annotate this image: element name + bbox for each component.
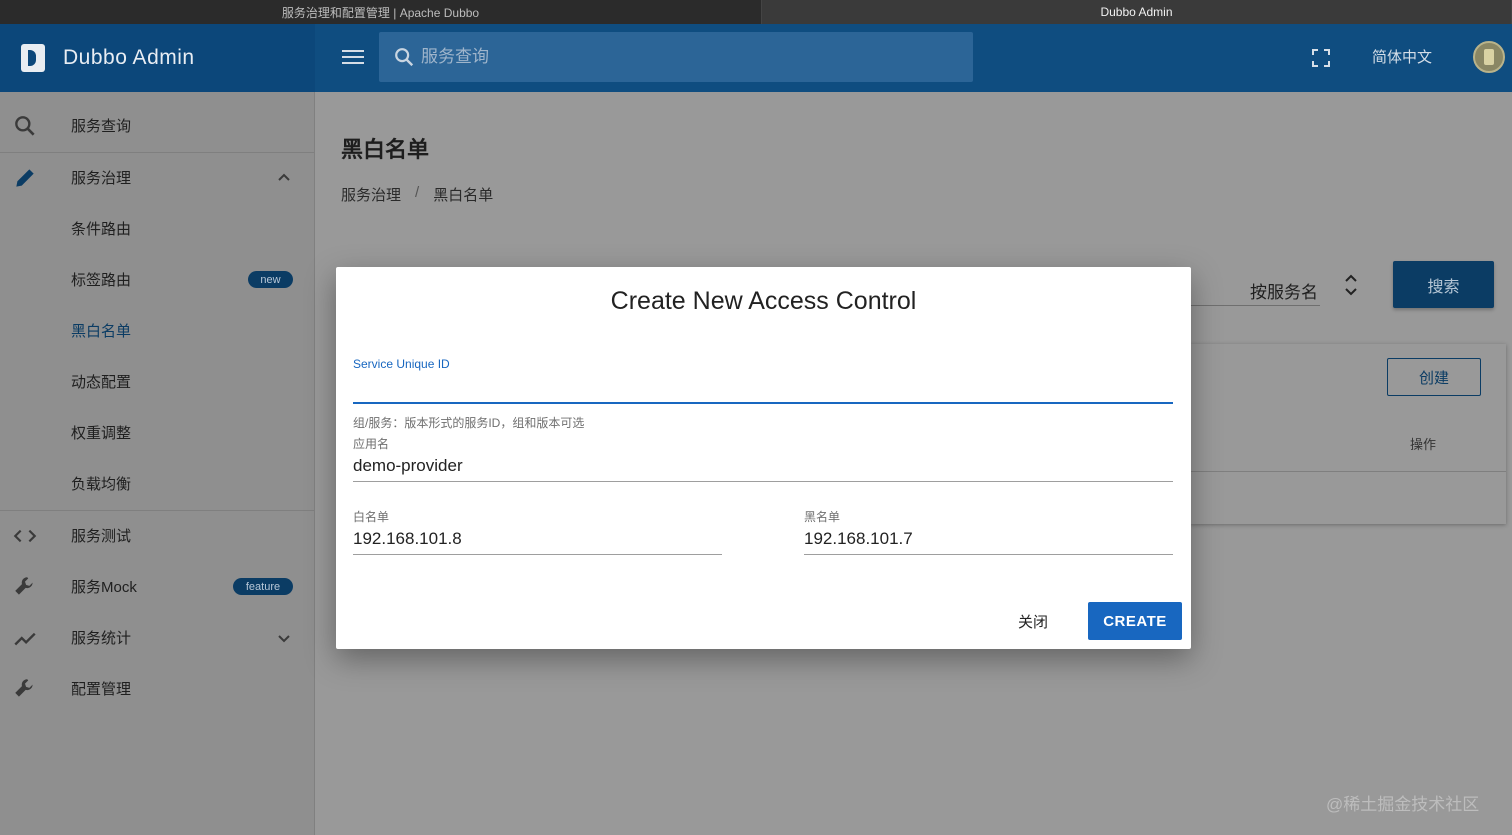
- sidebar-item-label: 配置管理: [71, 681, 132, 698]
- chevron-down-icon: [278, 634, 290, 642]
- whitelist-label: 白名单: [353, 510, 390, 524]
- dubbo-logo-icon: [21, 44, 45, 72]
- browser-tab-2[interactable]: Dubbo Admin: [762, 0, 1512, 24]
- sidebar-item-condition-route[interactable]: 条件路由: [0, 203, 314, 254]
- sidebar-item-service-test[interactable]: 服务测试: [0, 510, 314, 561]
- blacklist-label: 黑名单: [804, 510, 841, 524]
- chevron-up-icon: [278, 173, 290, 181]
- search-icon: [15, 115, 35, 136]
- browser-tab-strip: 服务治理和配置管理 | Apache Dubbo Dubbo Admin: [0, 0, 1512, 24]
- sort-arrows-icon[interactable]: [1342, 272, 1360, 298]
- global-search: [379, 32, 973, 82]
- whitelist-input[interactable]: [353, 526, 722, 552]
- create-button[interactable]: 创建: [1387, 358, 1481, 396]
- app-name-label: 应用名: [353, 437, 390, 451]
- sidebar-item-access-control[interactable]: 黑白名单: [0, 305, 314, 356]
- blacklist-input[interactable]: [804, 526, 1173, 552]
- brand: Dubbo Admin: [0, 24, 315, 92]
- wrench-icon: [15, 576, 33, 595]
- sidebar-item-dynamic-config[interactable]: 动态配置: [0, 356, 314, 407]
- sidebar-item-label: 动态配置: [71, 374, 132, 391]
- sidebar-item-label: 负载均衡: [71, 476, 132, 493]
- breadcrumb-item-current: 黑白名单: [433, 187, 494, 204]
- search-button[interactable]: 搜索: [1393, 261, 1494, 308]
- breadcrumb-item-governance[interactable]: 服务治理: [341, 184, 401, 205]
- dialog-title: Create New Access Control: [610, 287, 917, 315]
- pencil-icon: [16, 168, 34, 187]
- sidebar-item-statistics[interactable]: 服务统计: [0, 612, 314, 663]
- sidebar-item-label: 黑白名单: [71, 323, 132, 340]
- avatar[interactable]: [1473, 41, 1505, 73]
- sidebar-item-governance[interactable]: 服务治理: [0, 152, 314, 203]
- filter-type-select[interactable]: 按服务名: [1190, 270, 1320, 306]
- language-switcher[interactable]: 简体中文: [1372, 46, 1432, 67]
- page-title: 黑白名单: [341, 137, 430, 162]
- wrench-icon: [15, 678, 33, 697]
- sidebar-item-label: 服务查询: [71, 118, 132, 135]
- service-id-input[interactable]: [353, 375, 1173, 401]
- sidebar-item-weight[interactable]: 权重调整: [0, 407, 314, 458]
- new-badge: new: [248, 271, 293, 288]
- hamburger-menu-icon[interactable]: [340, 46, 366, 70]
- browser-tab-1[interactable]: 服务治理和配置管理 | Apache Dubbo: [0, 0, 762, 24]
- search-icon: [395, 48, 414, 67]
- sidebar-item-label: 服务Mock: [71, 579, 137, 596]
- sidebar-item-service-search[interactable]: 服务查询: [0, 100, 314, 151]
- app-bar: Dubbo Admin 简体中文: [0, 24, 1512, 92]
- create-access-control-dialog: Create New Access Control Service Unique…: [336, 267, 1191, 649]
- code-icon: [13, 529, 37, 542]
- app-name-underline: [353, 481, 1173, 482]
- trending-icon: [14, 632, 36, 645]
- breadcrumb: 服务治理 / 黑白名单: [341, 184, 493, 205]
- whitelist-underline: [353, 554, 722, 555]
- service-id-label: Service Unique ID: [353, 357, 450, 371]
- feature-badge: feature: [233, 578, 293, 595]
- table-divider: [1190, 471, 1506, 472]
- close-button[interactable]: 关闭: [1003, 603, 1063, 639]
- search-input[interactable]: [421, 32, 961, 82]
- sidebar-item-label: 权重调整: [71, 425, 132, 442]
- fullscreen-icon[interactable]: [1311, 48, 1331, 68]
- sidebar-item-label: 服务治理: [71, 170, 132, 187]
- app-name-input[interactable]: [353, 453, 1173, 479]
- sidebar-item-load-balance[interactable]: 负载均衡: [0, 458, 314, 509]
- sidebar: 服务查询 服务治理 条件路由 标签路由 new 黑白名单 动态配置 权重调整 负…: [0, 92, 315, 835]
- sidebar-item-config-management[interactable]: 配置管理: [0, 663, 314, 714]
- watermark: @稀土掘金技术社区: [1326, 795, 1480, 814]
- create-submit-button[interactable]: CREATE: [1088, 602, 1182, 640]
- column-header-operation: 操作: [1410, 437, 1437, 452]
- service-id-hint: 组/服务：版本形式的服务ID，组和版本可选: [353, 416, 585, 430]
- sidebar-item-service-mock[interactable]: 服务Mock feature: [0, 561, 314, 612]
- sidebar-item-label: 标签路由: [71, 272, 132, 289]
- sidebar-item-label: 服务测试: [71, 528, 132, 545]
- breadcrumb-separator: /: [415, 184, 420, 201]
- sidebar-item-tag-route[interactable]: 标签路由 new: [0, 254, 314, 305]
- filter-type-value: 按服务名: [1250, 283, 1318, 302]
- sidebar-item-label: 条件路由: [71, 221, 132, 238]
- brand-title: Dubbo Admin: [63, 46, 195, 69]
- service-id-underline: [353, 402, 1173, 404]
- sidebar-item-label: 服务统计: [71, 630, 132, 647]
- blacklist-underline: [804, 554, 1173, 555]
